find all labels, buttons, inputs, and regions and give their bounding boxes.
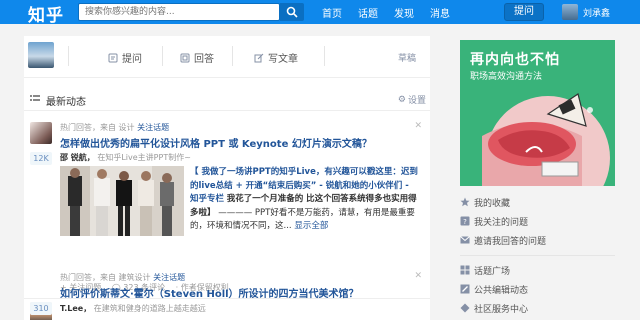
close-icon[interactable]: ✕	[414, 271, 422, 281]
sidebar-item-favorites[interactable]: 我的收藏	[460, 196, 615, 210]
sidebar-item-invitations[interactable]: 邀请我回答的问题	[460, 234, 615, 248]
follow-topic-link[interactable]: 关注话题	[137, 123, 169, 132]
author-bio: 在建筑和健身的道路上越走越远	[93, 304, 206, 313]
question-title[interactable]: 如何评价斯蒂文·霍尔（Steven Holl）所设计的四方当代美术馆？	[60, 285, 359, 300]
edit-icon	[460, 284, 470, 294]
drafts-link[interactable]: 草稿	[398, 51, 416, 64]
follow-topic-link[interactable]: 关注话题	[153, 273, 185, 282]
search-box[interactable]	[78, 3, 280, 21]
author-name[interactable]: 邵 锐航，	[60, 153, 95, 162]
vote-count[interactable]: 12K	[30, 152, 52, 165]
sidebar-item-followed-questions[interactable]: ? 我关注的问题	[460, 215, 615, 229]
composer-divider	[324, 46, 325, 66]
nav-explore[interactable]: 发现	[394, 5, 414, 20]
answer-thumbnail[interactable]	[60, 166, 184, 236]
community-icon	[460, 303, 470, 313]
composer-answer[interactable]: 回答	[180, 50, 214, 65]
item-meta: 热门回答，来自 建筑设计 关注话题	[60, 272, 185, 283]
promo-banner[interactable]: 再内向也不怕 职场高效沟通方法	[460, 40, 615, 186]
megaphone-illustration	[482, 93, 610, 186]
question-icon: ?	[460, 216, 470, 226]
sidebar-item-label: 社区服务中心	[474, 305, 529, 315]
composer-avatar[interactable]	[28, 42, 54, 68]
composer-ask-label: 提问	[122, 54, 142, 65]
ask-icon	[108, 53, 118, 62]
top-navbar: 知乎 首页 话题 发现 消息 提问 刘承鑫	[0, 0, 640, 26]
answer-author: T.Lee， 在建筑和健身的道路上越走越远	[60, 303, 206, 314]
item-meta: 热门回答，来自 设计 关注话题	[60, 122, 169, 133]
sidebar-item-label: 我关注的问题	[474, 218, 529, 228]
pen-icon	[254, 53, 264, 62]
feed-icon	[30, 95, 40, 101]
author-bio: 在知乎Live主讲PPT制作~	[97, 153, 191, 162]
star-icon	[460, 197, 470, 207]
composer-divider	[162, 46, 163, 66]
composer-bar: 提问 回答 写文章 草稿	[24, 36, 430, 78]
grid-icon	[460, 265, 470, 275]
user-name[interactable]: 刘承鑫	[583, 6, 610, 19]
composer-write-label: 写文章	[268, 54, 298, 65]
search-button[interactable]	[280, 3, 304, 21]
feed-title: 最新动态	[46, 97, 86, 108]
right-sidebar: 再内向也不怕 职场高效沟通方法 我的收藏 ? 我关注的问题 邀请我回答的问题 话…	[460, 40, 615, 320]
item-meta-source: 热门回答，来自 设计	[60, 123, 135, 132]
answer-icon	[180, 53, 190, 62]
close-icon[interactable]: ✕	[414, 121, 422, 131]
answer-author: 邵 锐航， 在知乎Live主讲PPT制作~	[60, 152, 191, 163]
sidebar-item-label: 我的收藏	[474, 199, 511, 209]
topic-avatar[interactable]	[30, 122, 52, 144]
feed-settings-label: 设置	[407, 96, 426, 106]
composer-ask[interactable]: 提问	[108, 50, 142, 65]
nav-topics[interactable]: 话题	[358, 5, 378, 20]
vote-count[interactable]: 310	[30, 302, 52, 315]
user-avatar[interactable]	[562, 4, 578, 20]
main-nav: 首页 话题 发现 消息	[322, 5, 466, 20]
ask-question-button[interactable]: 提问	[504, 3, 544, 21]
feed-divider	[24, 110, 430, 111]
show-all-link[interactable]: 显示全部	[294, 221, 328, 231]
sidebar-item-public-edits[interactable]: 公共编辑动态	[460, 283, 615, 297]
sidebar-item-label: 邀请我回答的问题	[474, 237, 547, 247]
composer-divider	[68, 46, 69, 66]
composer-divider	[232, 46, 233, 66]
sidebar-divider	[460, 255, 615, 256]
sidebar-item-community-center[interactable]: 社区服务中心	[460, 302, 615, 316]
sidebar-item-label: 公共编辑动态	[474, 286, 529, 296]
question-title[interactable]: 怎样做出优秀的扁平化设计风格 PPT 或 Keynote 幻灯片演示文稿？	[60, 135, 372, 150]
author-name[interactable]: T.Lee，	[60, 304, 91, 313]
nav-messages[interactable]: 消息	[430, 5, 450, 20]
answer-summary[interactable]: 【 我做了一场讲PPT的知乎Live，有兴趣可以戳这里：迟到的live总结 + …	[190, 166, 420, 234]
search-input[interactable]	[79, 4, 279, 20]
gear-icon: ⚙	[397, 94, 406, 105]
nav-home[interactable]: 首页	[322, 5, 342, 20]
feed-settings[interactable]: ⚙ 设置	[397, 93, 426, 107]
invite-icon	[460, 236, 470, 244]
item-meta-source: 热门回答，来自 建筑设计	[60, 273, 151, 282]
sidebar-item-topic-square[interactable]: 话题广场	[460, 264, 615, 278]
composer-answer-label: 回答	[194, 54, 214, 65]
zhihu-logo[interactable]: 知乎	[28, 1, 64, 26]
search-icon	[286, 6, 298, 18]
feed-header: 最新动态 ⚙ 设置	[24, 91, 430, 109]
summary-intro: 【 我做了一场讲PPT的知乎Live，有兴趣可以戳这里：	[190, 167, 401, 177]
fashion-photo	[60, 166, 184, 236]
svg-text:?: ?	[463, 218, 467, 226]
sidebar-item-label: 话题广场	[474, 267, 511, 277]
composer-write[interactable]: 写文章	[254, 50, 298, 65]
